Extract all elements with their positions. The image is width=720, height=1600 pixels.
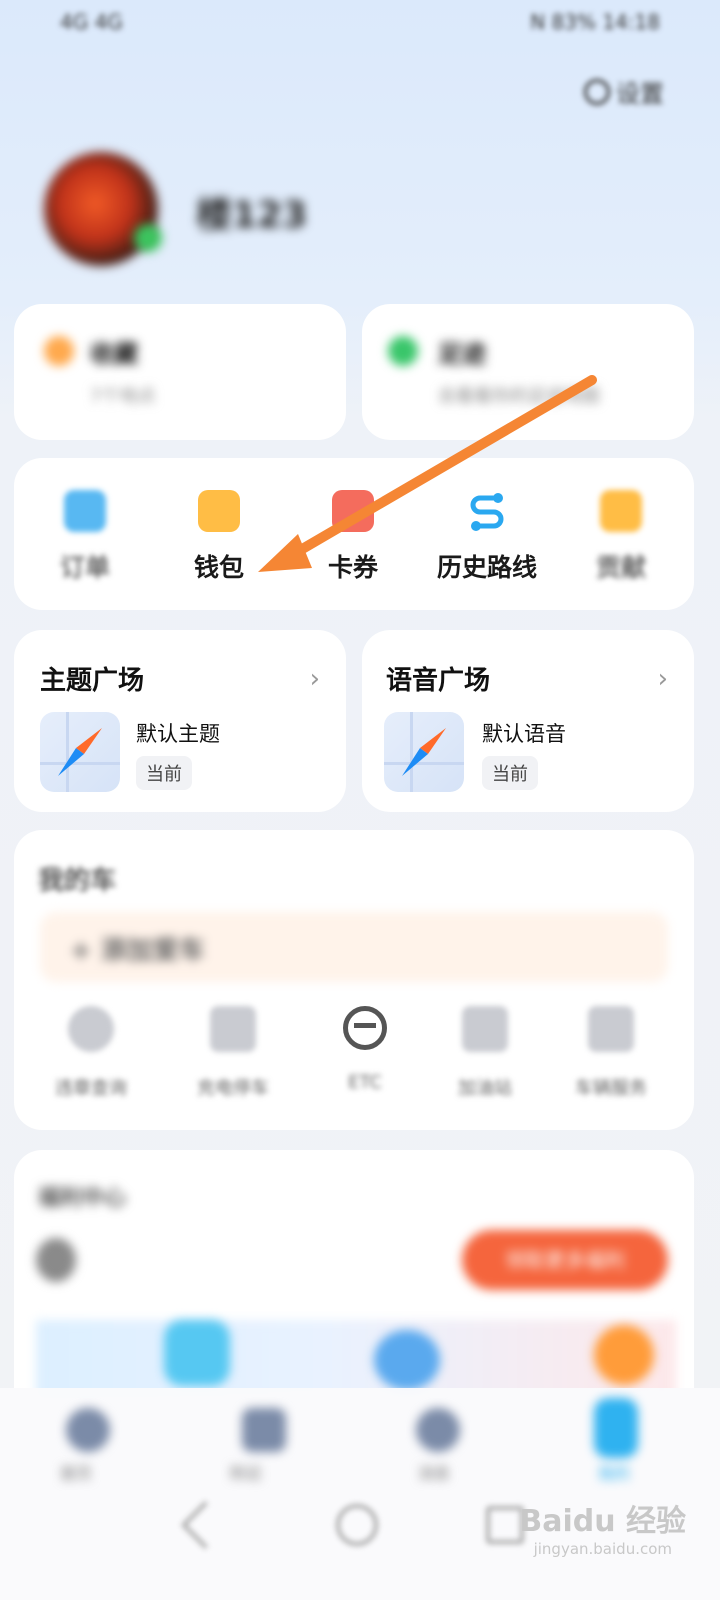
car-tool-gas-station[interactable]: 加油站 (420, 1006, 550, 1100)
home-circle-icon[interactable] (336, 1504, 378, 1546)
coin-icon (36, 1238, 76, 1282)
tool-label: 车辆服务 (575, 1078, 647, 1099)
nav-home-label[interactable]: 首页 (60, 1460, 92, 1484)
home-icon[interactable] (66, 1408, 110, 1452)
watermark-url: jingyan.baidu.com (533, 1540, 672, 1558)
add-car-banner[interactable]: + 添加爱车 (40, 912, 668, 982)
profile-nav-icon[interactable] (594, 1398, 638, 1458)
default-theme-icon (40, 712, 120, 792)
current-badge: 当前 (136, 756, 192, 790)
current-badge: 当前 (482, 756, 538, 790)
default-voice-icon (384, 712, 464, 792)
theme-plaza-card[interactable]: 主题广场 › 默认主题 当前 (14, 630, 346, 812)
tool-label: 违章查询 (55, 1078, 127, 1099)
car-tool-etc[interactable]: ETC (300, 1006, 430, 1093)
car-tool-charge-park[interactable]: 充电停车 (168, 1006, 298, 1100)
fuel-icon (210, 1006, 256, 1052)
banner-icon-3 (594, 1325, 654, 1385)
banner-icon-2 (374, 1330, 440, 1390)
welfare-title: 福利中心 (38, 1186, 127, 1211)
my-car-card: 我的车 + 添加爱车 违章查询 充电停车 ETC 加油站 车辆服务 (14, 830, 694, 1130)
voice-plaza-title: 语音广场 (386, 666, 491, 696)
car-tool-service[interactable]: 车辆服务 (546, 1006, 676, 1100)
welfare-button[interactable]: 领取更多福利 (462, 1230, 668, 1290)
charger-icon (462, 1006, 508, 1052)
recents-icon[interactable] (486, 1506, 524, 1544)
tool-label: 加油站 (458, 1078, 512, 1099)
service-icon (588, 1006, 634, 1052)
tool-label: 充电停车 (197, 1078, 269, 1099)
car-tool-violation[interactable]: 违章查询 (26, 1006, 156, 1100)
my-car-title: 我的车 (38, 866, 117, 896)
banner-icon-1 (164, 1320, 230, 1386)
nearby-icon[interactable] (242, 1408, 286, 1452)
camera-icon (68, 1006, 114, 1052)
nav-message-label[interactable]: 消息 (418, 1460, 450, 1484)
chevron-right-icon: › (309, 664, 320, 694)
bottom-nav: 首页 附近 消息 我的 (0, 1388, 720, 1600)
baidu-watermark: Baidu 经验 (519, 1504, 686, 1539)
chevron-right-icon: › (657, 664, 668, 694)
nav-nearby-label[interactable]: 附近 (230, 1460, 262, 1484)
tool-label: ETC (348, 1072, 382, 1093)
default-theme-label: 默认主题 (136, 722, 220, 746)
voice-plaza-card[interactable]: 语音广场 › 默认语音 当前 (362, 630, 694, 812)
message-icon[interactable] (416, 1408, 460, 1452)
steering-wheel-icon (343, 1006, 387, 1050)
default-voice-label: 默认语音 (482, 722, 566, 746)
nav-mine-label[interactable]: 我的 (598, 1460, 630, 1484)
theme-plaza-title: 主题广场 (40, 666, 145, 696)
add-car-label: + 添加爱车 (70, 936, 205, 966)
back-icon[interactable] (180, 1500, 230, 1550)
